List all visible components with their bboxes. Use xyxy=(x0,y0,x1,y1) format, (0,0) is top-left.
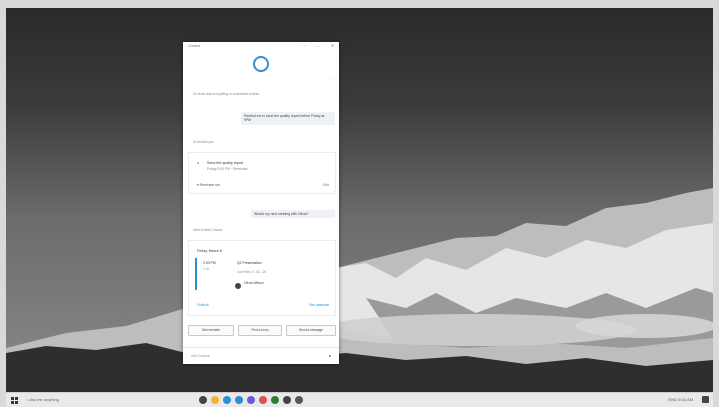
taskbar: ○ Ask me anything ENG 9:41 AM xyxy=(6,392,713,407)
minimize-icon[interactable]: – xyxy=(316,43,321,48)
taskbar-search[interactable]: ○ Ask me anything xyxy=(26,395,146,405)
notification-icon[interactable] xyxy=(702,396,709,403)
start-icon[interactable] xyxy=(11,397,18,404)
bell-icon: ● xyxy=(197,161,200,165)
calendar-card[interactable]: Friday, March 8 2:00 PM 1 hr Q2 Presenta… xyxy=(188,240,336,316)
cortana-panel: Cortana ⋯ – ✕ ⋯ Go from ask everything t… xyxy=(183,42,339,364)
cortana-prompt: Go from ask everything to scheduled even… xyxy=(193,92,260,96)
cortana-title: Cortana xyxy=(188,44,201,48)
microphone-icon[interactable]: ● xyxy=(329,353,331,358)
taskbar-app-icon[interactable] xyxy=(211,396,219,404)
taskbar-app-icon[interactable] xyxy=(247,396,255,404)
reminder-edit-link[interactable]: Edit xyxy=(323,183,329,187)
window-controls: ⋯ – ✕ xyxy=(302,43,335,48)
taskbar-app-icon[interactable] xyxy=(271,396,279,404)
reminder-action-label: Reminder set xyxy=(199,183,220,187)
cortana-reply: I'll remind you xyxy=(193,140,214,144)
user-message: What's my next meeting with Olivia? xyxy=(251,210,335,219)
search-placeholder: Ask me anything xyxy=(29,397,59,402)
taskbar-app-icon[interactable] xyxy=(259,396,267,404)
suggestion-chip[interactable]: Find a room xyxy=(238,325,282,336)
user-message: Remind me to send the quality report bef… xyxy=(241,112,335,125)
taskbar-app-icon[interactable] xyxy=(295,396,303,404)
taskbar-app-icon[interactable] xyxy=(283,396,291,404)
mountain-landscape xyxy=(6,188,713,392)
event-location: Conf Rm 2 / 41 / 26 xyxy=(237,270,267,274)
close-icon[interactable]: ✕ xyxy=(330,43,335,48)
reminder-title: Send the quality report xyxy=(207,161,244,165)
suggestion-chip[interactable]: Set reminder xyxy=(188,325,234,336)
cortana-reply: Here's what I found xyxy=(193,228,223,232)
reminder-time: Friday 9:00 PM · Reminder xyxy=(207,167,248,171)
see-calendar-link[interactable]: See calendar xyxy=(309,303,329,307)
event-attendee: Olivia Wilson xyxy=(244,281,264,285)
reminder-status: ▾ Reminder set xyxy=(197,183,220,187)
reminder-card[interactable]: Send the quality report Friday 9:00 PM ·… xyxy=(188,152,336,194)
input-placeholder: Ask Cortana xyxy=(191,354,210,358)
outlook-link[interactable]: Outlook xyxy=(197,303,209,307)
cortana-logo-icon xyxy=(253,56,269,72)
cloud-bank xyxy=(576,314,713,338)
cortana-titlebar: Cortana ⋯ – ✕ xyxy=(183,42,339,50)
event-title: Q2 Presentation xyxy=(237,261,262,265)
menu-icon[interactable]: ⋯ xyxy=(302,43,307,48)
system-tray: ENG 9:41 AM xyxy=(668,397,693,402)
desktop-wallpaper: Cortana ⋯ – ✕ ⋯ Go from ask everything t… xyxy=(6,8,713,392)
event-color-bar xyxy=(195,258,197,290)
cortana-input[interactable]: Ask Cortana ● xyxy=(183,347,339,364)
event-time: 2:00 PM xyxy=(203,261,216,265)
avatar xyxy=(235,283,241,289)
event-duration: 1 hr xyxy=(203,267,209,271)
taskbar-app-icon[interactable] xyxy=(199,396,207,404)
suggestion-chip[interactable]: Send a message xyxy=(286,325,336,336)
taskbar-app-icon[interactable] xyxy=(235,396,243,404)
agenda-date: Friday, March 8 xyxy=(197,249,222,253)
taskbar-app-icon[interactable] xyxy=(223,396,231,404)
more-options-icon[interactable]: ⋯ xyxy=(329,76,333,81)
